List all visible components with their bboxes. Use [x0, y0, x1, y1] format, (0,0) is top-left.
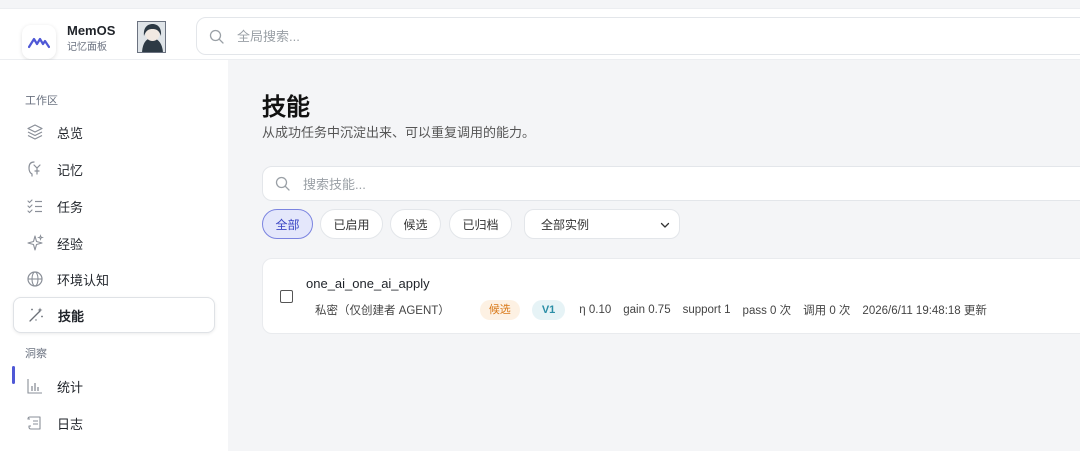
sidebar-item-label: 任务 — [57, 199, 84, 215]
skill-search-input[interactable] — [303, 175, 803, 193]
logo[interactable] — [22, 25, 56, 59]
bar-chart-icon — [25, 376, 45, 396]
globe-icon — [25, 269, 45, 289]
skill-pass: pass 0 次 — [742, 305, 792, 317]
avatar[interactable] — [137, 21, 166, 53]
sidebar-item-label: 经验 — [57, 236, 84, 252]
search-icon — [275, 176, 290, 191]
task-list-icon — [25, 196, 45, 216]
memory-icon — [25, 159, 45, 179]
global-search-input[interactable] — [237, 26, 837, 46]
skill-eta: η 0.10 — [579, 304, 612, 316]
skill-visibility: 私密（仅创建者 AGENT） — [315, 305, 450, 317]
skill-search[interactable] — [262, 166, 1080, 201]
layers-icon — [25, 122, 45, 142]
sidebar-item-label: 日志 — [57, 416, 84, 432]
skill-meta: 私密（仅创建者 AGENT） 候选 V1 η 0.10 gain 0.75 su… — [315, 300, 987, 320]
sidebar-item-label: 总览 — [57, 125, 84, 141]
skill-card[interactable]: one_ai_one_ai_apply 私密（仅创建者 AGENT） 候选 V1… — [262, 258, 1080, 334]
sparkle-icon — [25, 233, 45, 253]
status-badge: 候选 — [479, 300, 520, 320]
skill-support: support 1 — [682, 304, 731, 316]
page-title: 技能 — [262, 94, 310, 121]
sidebar-item-memory[interactable]: 记忆 — [13, 151, 215, 187]
sidebar-item-label: 技能 — [58, 308, 85, 324]
instance-select[interactable]: 全部实例 — [524, 209, 680, 239]
sidebar-item-label: 记忆 — [57, 162, 84, 178]
memos-logo-icon — [28, 37, 50, 49]
skill-calls: 调用 0 次 — [803, 305, 851, 317]
sidebar: 工作区 总览 记忆 任务 经验 环境认知 技能 洞察 统计 日志 — [0, 60, 228, 451]
sidebar-item-overview[interactable]: 总览 — [13, 114, 215, 150]
sidebar-item-stats[interactable]: 统计 — [13, 368, 215, 404]
skill-name[interactable]: one_ai_one_ai_apply — [306, 276, 430, 291]
page-subtitle: 从成功任务中沉淀出来、可以重复调用的能力。 — [262, 125, 536, 140]
section-label-insight: 洞察 — [25, 348, 47, 360]
skill-gain: gain 0.75 — [623, 304, 671, 316]
magic-wand-icon — [26, 305, 46, 325]
sidebar-item-tasks[interactable]: 任务 — [13, 188, 215, 224]
section-label-workspace: 工作区 — [25, 95, 58, 107]
sidebar-item-logs[interactable]: 日志 — [13, 405, 215, 441]
sidebar-item-environment[interactable]: 环境认知 — [13, 261, 215, 297]
sidebar-item-label: 统计 — [57, 379, 84, 395]
top-bar: MemOS 记忆面板 — [0, 8, 1080, 60]
filter-chip-enabled[interactable]: 已启用 — [320, 209, 383, 239]
scroll-icon — [25, 413, 45, 433]
avatar-icon — [138, 22, 165, 52]
sidebar-item-skills[interactable]: 技能 — [13, 297, 215, 333]
version-badge: V1 — [531, 300, 566, 320]
global-search[interactable] — [196, 17, 1080, 55]
skill-updated: 2026/6/11 19:48:18 更新 — [862, 305, 987, 317]
main-content: 技能 从成功任务中沉淀出来、可以重复调用的能力。 全部 已启用 候选 已归档 全… — [228, 60, 1080, 451]
sidebar-item-experience[interactable]: 经验 — [13, 225, 215, 261]
skill-checkbox[interactable] — [280, 290, 293, 303]
filter-chip-candidate[interactable]: 候选 — [390, 209, 441, 239]
app-subtitle: 记忆面板 — [67, 42, 107, 53]
chevron-down-icon — [660, 222, 670, 228]
instance-select-value: 全部实例 — [541, 217, 590, 232]
search-icon — [209, 29, 224, 44]
filter-chip-archived[interactable]: 已归档 — [449, 209, 512, 239]
sidebar-item-label: 环境认知 — [57, 272, 110, 288]
filter-chip-all[interactable]: 全部 — [262, 209, 313, 239]
app-name: MemOS — [67, 23, 116, 38]
